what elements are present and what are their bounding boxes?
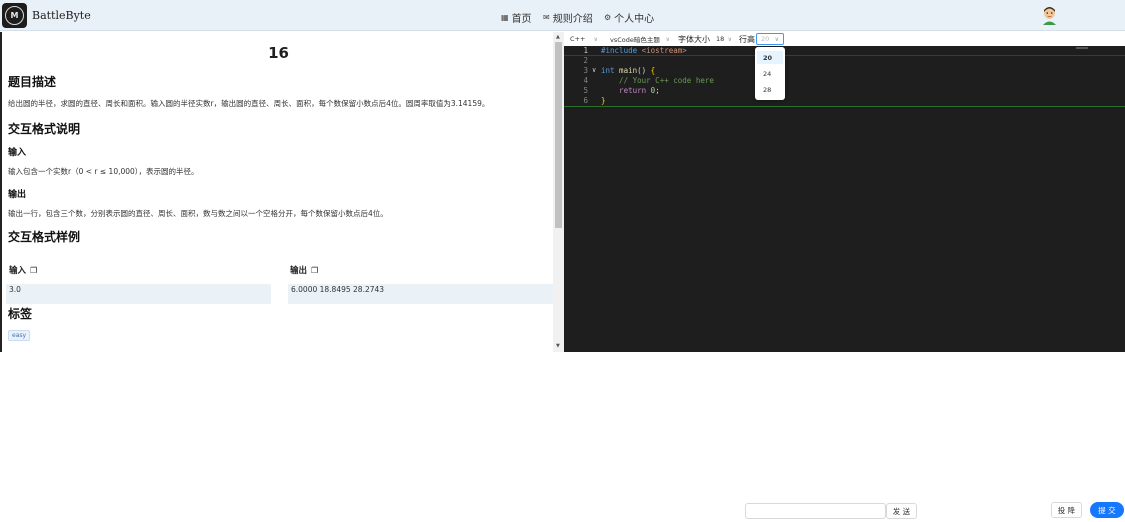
gear-icon: ⚙ bbox=[604, 13, 612, 22]
code-text: return 0; bbox=[601, 86, 660, 95]
line-number: 5 bbox=[583, 86, 588, 95]
tags-heading: 标签 bbox=[8, 307, 33, 321]
language-value: C++ bbox=[570, 35, 586, 43]
nav-rules[interactable]: ✉ 规则介绍 bbox=[543, 10, 593, 25]
font-size-label: 字体大小 bbox=[678, 35, 710, 44]
line-height-option[interactable]: 28 bbox=[757, 83, 783, 96]
problem-title: 16 bbox=[268, 44, 289, 62]
theme-value: vsCode暗色主题 bbox=[610, 36, 660, 44]
code-line: 6 } bbox=[564, 96, 1125, 106]
theme-select[interactable]: vsCode暗色主题 ∨ bbox=[606, 33, 674, 45]
input-heading: 输入 bbox=[8, 148, 27, 158]
sample-input-label: 输入 ❐ bbox=[9, 264, 37, 277]
line-number: 3 bbox=[583, 66, 588, 75]
send-button[interactable]: 发 送 bbox=[886, 503, 917, 519]
scrollbar-thumb[interactable] bbox=[555, 42, 562, 228]
code-text: } bbox=[601, 96, 606, 105]
fold-chevron-icon[interactable]: ∨ bbox=[592, 66, 596, 74]
code-line: 3 ∨ int main() { bbox=[564, 66, 1125, 76]
logo-mark-icon: M bbox=[5, 6, 24, 25]
code-line: 2 bbox=[564, 56, 1125, 66]
sample-heading: 交互格式样例 bbox=[8, 230, 81, 244]
sample-input-label-text: 输入 bbox=[9, 266, 27, 276]
submit-button[interactable]: 提 交 bbox=[1090, 502, 1124, 518]
brand-name[interactable]: BattleByte bbox=[32, 9, 91, 22]
copy-icon[interactable]: ❐ bbox=[30, 266, 37, 275]
chevron-down-icon: ∨ bbox=[774, 35, 779, 43]
problem-panel-scrollbar[interactable]: ▲ ▼ bbox=[553, 32, 564, 352]
top-navigation-bar: M BattleByte ▦ 首页 ✉ 规则介绍 ⚙ 个人中心 bbox=[0, 0, 1125, 31]
font-size-value: 18 bbox=[716, 35, 725, 43]
give-up-button[interactable]: 投 降 bbox=[1051, 502, 1082, 518]
nav-home[interactable]: ▦ 首页 bbox=[501, 10, 532, 25]
brand-logo[interactable]: M bbox=[2, 3, 27, 28]
line-number: 4 bbox=[583, 76, 588, 85]
chevron-down-icon: ∨ bbox=[665, 35, 670, 43]
nav-profile-label: 个人中心 bbox=[614, 14, 655, 25]
sample-input-box: 3.0 bbox=[6, 284, 271, 304]
user-avatar[interactable] bbox=[1041, 6, 1058, 25]
code-text: #include <iostream> bbox=[601, 46, 687, 55]
code-line: 1 #include <iostream> bbox=[564, 46, 1125, 56]
font-size-select[interactable]: 18 ∨ bbox=[712, 33, 736, 45]
line-height-option[interactable]: 20 bbox=[757, 51, 783, 64]
description-heading: 题目描述 bbox=[8, 75, 57, 89]
code-line: 4 // Your C++ code here bbox=[564, 76, 1125, 86]
chevron-down-icon: ∨ bbox=[593, 35, 598, 43]
line-number: 6 bbox=[583, 96, 588, 105]
code-editor[interactable]: 1 #include <iostream> 2 3 ∨ int main() {… bbox=[564, 46, 1125, 352]
sample-output-label: 输出 ❐ bbox=[290, 264, 318, 277]
editor-toolbar: C++ ∨ vsCode暗色主题 ∨ 字体大小 18 ∨ 行高 20 ∨ bbox=[564, 32, 1125, 46]
io-format-heading: 交互格式说明 bbox=[8, 122, 81, 136]
copy-icon[interactable]: ❐ bbox=[311, 266, 318, 275]
language-select[interactable]: C++ ∨ bbox=[566, 33, 602, 45]
mail-icon: ✉ bbox=[543, 13, 550, 22]
line-height-option[interactable]: 24 bbox=[757, 67, 783, 80]
line-height-select[interactable]: 20 ∨ bbox=[756, 33, 784, 45]
line-number: 2 bbox=[583, 56, 588, 65]
code-line: 5 return 0; bbox=[564, 86, 1125, 96]
sample-output-box: 6.0000 18.8495 28.2743 bbox=[288, 284, 553, 304]
editor-separator bbox=[564, 106, 1125, 107]
chat-input[interactable] bbox=[745, 503, 886, 519]
sample-output-label-text: 输出 bbox=[290, 266, 308, 276]
nav-home-label: 首页 bbox=[511, 14, 532, 25]
input-description: 输入包含一个实数r（0 < r ≤ 10,000），表示圆的半径。 bbox=[8, 167, 199, 176]
problem-panel: 16 题目描述 给出圆的半径，求圆的直径、周长和面积。输入圆的半径实数r，输出圆… bbox=[0, 32, 564, 352]
output-description: 输出一行，包含三个数，分别表示圆的直径、周长、面积，数与数之间以一个空格分开，每… bbox=[8, 209, 388, 218]
chevron-down-icon: ∨ bbox=[727, 35, 732, 43]
home-icon: ▦ bbox=[501, 13, 509, 22]
line-number: 1 bbox=[583, 46, 588, 55]
tag-badge[interactable]: easy bbox=[8, 330, 31, 341]
line-height-label: 行高 bbox=[739, 35, 755, 44]
scroll-up-icon[interactable]: ▲ bbox=[556, 34, 560, 40]
code-comment: // Your C++ code here bbox=[601, 76, 714, 85]
line-height-dropdown: 20 24 28 bbox=[755, 47, 785, 100]
output-heading: 输出 bbox=[8, 190, 27, 200]
scroll-down-icon[interactable]: ▼ bbox=[556, 343, 560, 349]
nav-rules-label: 规则介绍 bbox=[552, 14, 593, 25]
line-height-value: 20 bbox=[761, 35, 770, 43]
nav-profile[interactable]: ⚙ 个人中心 bbox=[604, 10, 654, 25]
description-text: 给出圆的半径，求圆的直径、周长和面积。输入圆的半径实数r，输出圆的直径、周长、面… bbox=[8, 99, 490, 108]
code-text: int main() { bbox=[601, 66, 656, 75]
